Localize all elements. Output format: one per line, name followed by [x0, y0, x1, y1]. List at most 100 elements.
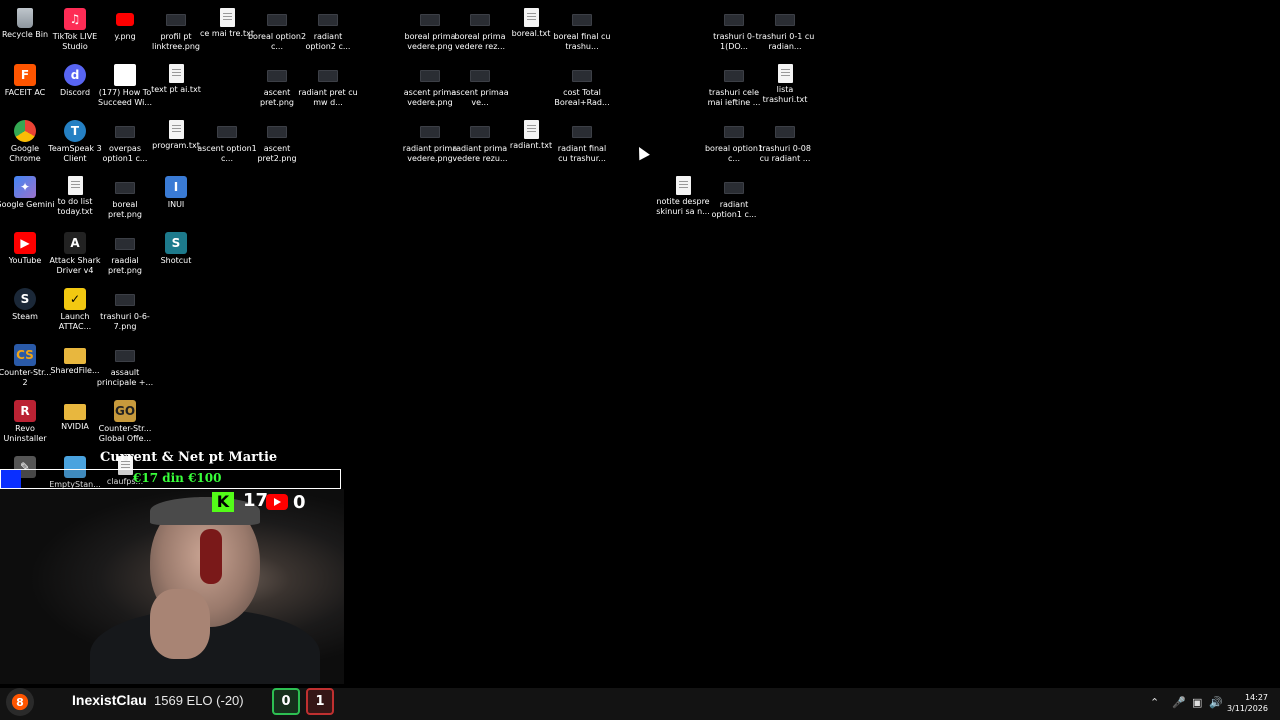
tiktok-live-studio-icon: ♫ [64, 8, 86, 30]
desktop-icon[interactable]: radiant option1 c... [708, 176, 760, 220]
desktop-icon[interactable]: radiant option2 c... [302, 8, 354, 52]
desktop-icon[interactable]: Google Chrome [0, 120, 51, 164]
desktop-icon[interactable]: trashuri 0-6-7.png [99, 288, 151, 332]
desktop-icon[interactable]: ascent option1 c... [197, 120, 257, 164]
desktop-icon[interactable]: ascent primaa ve... [451, 64, 509, 108]
desktop-icon[interactable]: S Steam [0, 288, 51, 322]
desktop-icon[interactable]: raadial pret.png [99, 232, 151, 276]
desktop-icon[interactable]: y.png [99, 8, 151, 42]
desktop-icon[interactable]: boreal.txt [505, 8, 557, 39]
desktop-icon-label: trashuri 0-1 cu radian... [755, 32, 815, 51]
image-icon [267, 126, 287, 138]
desktop-icon-label: INUI [167, 200, 185, 209]
image-icon [775, 14, 795, 26]
desktop-icon[interactable]: SharedFile... [49, 344, 101, 376]
desktop-icon[interactable]: boreal final cu trashu... [554, 8, 610, 52]
desktop-icon[interactable]: ascent prima vedere.png [404, 64, 456, 108]
text-file-icon [219, 8, 235, 27]
desktop-icon-label: trashuri 0-6-7.png [100, 312, 150, 331]
desktop-icon[interactable]: A Attack Shark Driver v4 [49, 232, 101, 276]
desktop-icon[interactable]: boreal option2 c... [248, 8, 306, 52]
desktop-icon-label: text pt ai.txt [151, 85, 201, 94]
desktop-icon[interactable]: text pt ai.txt [150, 64, 202, 95]
desktop-icon[interactable]: NVIDIA [49, 400, 101, 432]
desktop-icon[interactable]: ✦ Google Gemini [0, 176, 55, 210]
desktop-icon-label: radiant pret cu mw d... [298, 88, 358, 107]
desktop-icon-label: trashuri 0-08 cu radiant ... [759, 144, 811, 163]
desktop-icon-label: Shotcut [160, 256, 192, 265]
desktop-icon[interactable]: CS Counter-Str... 2 [0, 344, 51, 388]
system-clock[interactable]: 14:27 3/11/2026 [1226, 692, 1268, 714]
desktop-icon[interactable]: radiant.txt [505, 120, 557, 151]
image-icon [724, 126, 744, 138]
gemini-icon: ✦ [14, 176, 36, 198]
headphone-icon [200, 529, 222, 584]
desktop-icon[interactable]: to do list today.txt [49, 176, 101, 217]
faceit-player-name: InexistClau [72, 692, 147, 708]
desktop-icon[interactable]: ascent pret.png [251, 64, 303, 108]
donation-goal-bar: €17 din €100 [0, 469, 341, 489]
desktop-icon-label: lista trashuri.txt [762, 85, 808, 104]
chevron-up-icon[interactable]: ⌃ [1150, 696, 1159, 709]
faceit-player-elo: 1569 ELO (-20) [154, 693, 244, 708]
text-file-icon [168, 64, 184, 83]
desktop-icon[interactable]: radiant prima vedere.png [403, 120, 457, 164]
donation-goal-text: €17 din €100 [133, 471, 222, 485]
desktop-icon[interactable]: ♫ TikTok LIVE Studio [49, 8, 101, 52]
desktop-icon[interactable]: boreal option1 c... [705, 120, 763, 164]
youtube-viewer-count: 0 [293, 492, 306, 513]
desktop-icon[interactable]: I INUI [150, 176, 202, 210]
desktop-icon[interactable]: F FACEIT AC [0, 64, 51, 98]
desktop-icon[interactable]: trashuri 0-1 cu radian... [756, 8, 814, 52]
desktop-icon[interactable]: trashuri cele mai ieftine ... [708, 64, 760, 108]
desktop-icon[interactable]: ce mai tre.txt [200, 8, 254, 39]
image-icon [217, 126, 237, 138]
youtube-icon [266, 494, 288, 510]
desktop-icon[interactable]: program.txt [150, 120, 202, 151]
desktop-icon[interactable]: radiant prima vedere rezu... [452, 120, 508, 164]
image-icon [572, 70, 592, 82]
revo-uninstaller-icon: R [14, 400, 36, 422]
image-icon [115, 350, 135, 362]
microphone-icon[interactable]: 🎤 [1172, 696, 1186, 709]
launch-attack-icon: ✓ [64, 288, 86, 310]
image-icon [724, 14, 744, 26]
desktop-icon[interactable]: ▶ YouTube [0, 232, 51, 266]
desktop-icon[interactable]: ✓ Launch ATTAC... [49, 288, 101, 332]
image-icon [572, 126, 592, 138]
desktop-icon[interactable]: Recycle Bin [0, 8, 51, 40]
volume-icon[interactable]: 🔊 [1209, 696, 1223, 709]
desktop-icon[interactable]: cost Total Boreal+Rad... [554, 64, 610, 108]
desktop-icon[interactable]: boreal prima vedere rez... [454, 8, 506, 52]
desktop-icon[interactable]: overpas option1 c... [99, 120, 151, 164]
desktop-icon[interactable]: R Revo Uninstaller [0, 400, 51, 444]
image-icon [115, 182, 135, 194]
desktop-icon[interactable]: (177) How To Succeed Wi... [98, 64, 152, 108]
donation-goal-fill [1, 470, 21, 488]
desktop-icon-label: radiant option1 c... [711, 200, 757, 219]
desktop-icon[interactable]: d Discord [49, 64, 101, 98]
image-icon [318, 70, 338, 82]
image-icon [115, 126, 135, 138]
desktop-icon-label: boreal final cu trashu... [553, 32, 611, 51]
desktop-icon[interactable]: boreal prima vedere.png [404, 8, 456, 52]
text-file-icon [675, 176, 691, 195]
desktop-icon[interactable]: radiant final cu trashur... [556, 120, 608, 164]
desktop-icon-label: radiant final cu trashur... [557, 144, 607, 163]
desktop-icon[interactable]: trashuri 0-08 cu radiant ... [759, 120, 811, 164]
faceit-losses: 1 [306, 688, 334, 715]
desktop-icon[interactable]: profil pt linktree.png [150, 8, 202, 52]
network-icon[interactable]: ▣ [1192, 696, 1202, 709]
desktop-icon[interactable]: assault principale +... [97, 344, 153, 388]
desktop-icon[interactable]: trashuri 0-1(DO... [708, 8, 760, 52]
desktop-icon[interactable]: lista trashuri.txt [759, 64, 811, 105]
desktop-icon[interactable]: ascent pret2.png [251, 120, 303, 164]
desktop-icon[interactable]: T TeamSpeak 3 Client [48, 120, 102, 164]
desktop-icon[interactable]: radiant pret cu mw d... [298, 64, 358, 108]
desktop-icon[interactable]: notite despre skinuri sa n... [656, 176, 710, 217]
discord-icon: d [64, 64, 86, 86]
desktop-icon[interactable]: GO Counter-Str... Global Offe... [99, 400, 151, 444]
desktop-icon[interactable]: boreal pret.png [99, 176, 151, 220]
kick-icon: K [212, 492, 234, 512]
desktop-icon[interactable]: S Shotcut [150, 232, 202, 266]
